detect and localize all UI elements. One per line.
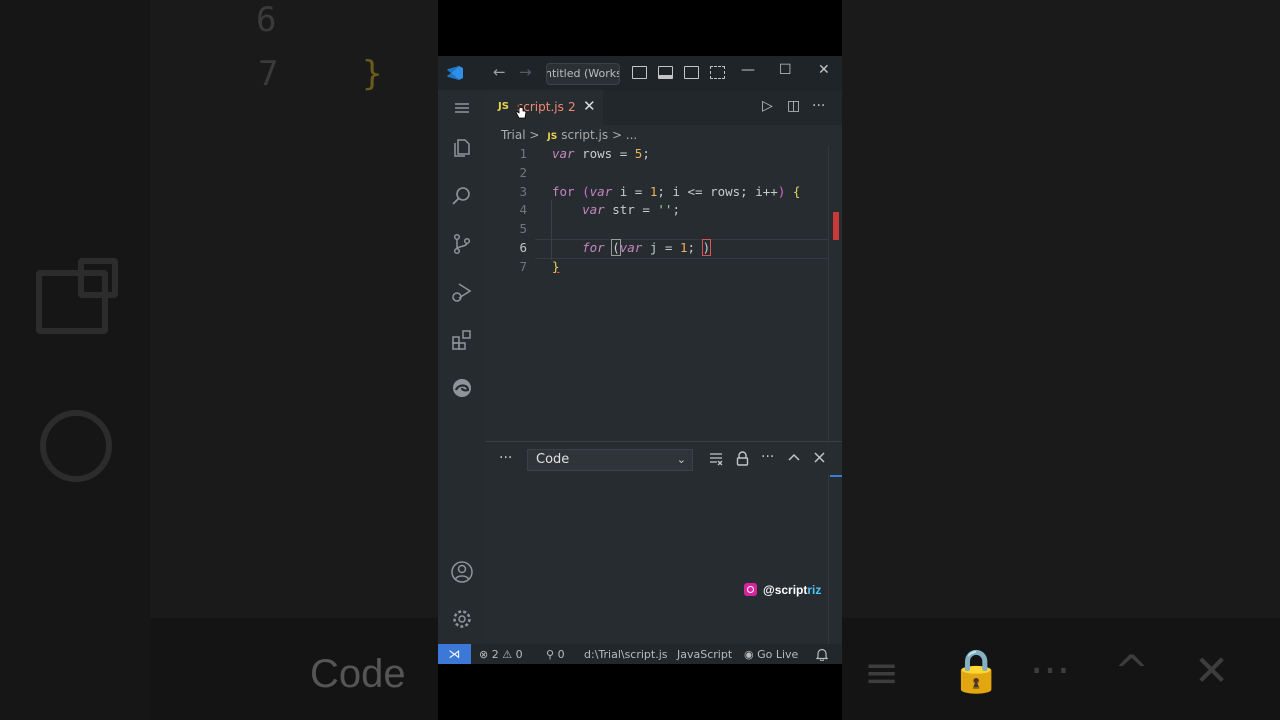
ports-icon: ⚲ bbox=[546, 648, 555, 661]
code-line-7: } bbox=[552, 258, 560, 274]
broadcast-icon: ◉ bbox=[744, 648, 754, 661]
background-code-label: Code bbox=[310, 652, 406, 696]
split-editor-button[interactable]: ◫ bbox=[787, 98, 800, 114]
breadcrumb-file[interactable]: script.js bbox=[561, 128, 608, 142]
tab-close-icon[interactable]: ✕ bbox=[583, 97, 596, 115]
line-number: 2 bbox=[519, 164, 527, 180]
ports-status[interactable]: ⚲ 0 bbox=[546, 648, 565, 661]
background-lock-icon: 🔒 bbox=[950, 646, 1003, 695]
run-and-debug-icon[interactable] bbox=[450, 280, 474, 304]
editor-area: JS script.js 2 ✕ ▷ ◫ ··· Trial > JS script… bbox=[485, 90, 842, 645]
command-center-search[interactable]: ntitled (Works bbox=[546, 63, 620, 85]
background-close-icon: ✕ bbox=[1194, 646, 1230, 695]
background-left: 6 7 } Code bbox=[0, 0, 438, 720]
close-window-button[interactable]: ✕ bbox=[818, 62, 830, 78]
output-channel-value: Code bbox=[536, 452, 570, 467]
forward-button[interactable]: → bbox=[519, 63, 532, 81]
activity-bar bbox=[438, 90, 485, 644]
code-line-6: for (var j = 1; ) bbox=[582, 239, 712, 256]
javascript-file-icon: JS bbox=[498, 101, 509, 112]
code-line-3: for (var i = 1; i <= rows; i++) { bbox=[552, 183, 801, 199]
title-bar: ← → ntitled (Works — ☐ ✕ bbox=[438, 56, 842, 90]
error-icon: ⊗ bbox=[479, 648, 489, 661]
background-chevron-up-icon: ^ bbox=[1114, 646, 1150, 695]
error-overview-marker bbox=[833, 212, 839, 240]
settings-gear-icon[interactable] bbox=[450, 607, 474, 631]
extensions-icon[interactable] bbox=[450, 328, 474, 352]
background-edge-icon bbox=[40, 410, 112, 482]
close-panel-icon[interactable] bbox=[814, 452, 825, 463]
go-live-button[interactable]: ◉ Go Live bbox=[744, 648, 798, 661]
remote-indicator[interactable]: ⋊ bbox=[438, 644, 471, 664]
problems-status[interactable]: ⊗ 2 ⚠ 0 bbox=[479, 648, 523, 661]
mouse-pointer-icon bbox=[515, 104, 527, 119]
file-path-status[interactable]: d:\Trial\script.js bbox=[584, 648, 668, 661]
language-mode-status[interactable]: JavaScript bbox=[677, 648, 732, 661]
menu-icon[interactable] bbox=[450, 96, 474, 120]
chevron-down-icon: ⌄ bbox=[676, 453, 686, 466]
code-line-1: var rows = 5; bbox=[552, 146, 650, 161]
line-number: 5 bbox=[519, 221, 527, 237]
explorer-icon[interactable] bbox=[450, 136, 474, 160]
breadcrumb-separator: > bbox=[529, 128, 540, 142]
background-extensions-icon bbox=[78, 258, 118, 298]
maximize-button[interactable]: ☐ bbox=[779, 62, 792, 78]
background-line-number: 7 bbox=[258, 54, 279, 94]
vscode-window: ← → ntitled (Works — ☐ ✕ JS script.js 2 … bbox=[438, 56, 842, 664]
background-right: ≡ 🔒 ··· ^ ✕ bbox=[842, 0, 1280, 720]
more-actions-button[interactable]: ··· bbox=[812, 98, 825, 114]
run-code-button[interactable]: ▷ bbox=[762, 98, 773, 114]
status-bar: ⋊ ⊗ 2 ⚠ 0 ⚲ 0 d:\Trial\script.js JavaScr… bbox=[438, 644, 842, 664]
toggle-primary-sidebar-icon[interactable] bbox=[632, 66, 647, 79]
line-number: 1 bbox=[519, 146, 527, 161]
line-number: 3 bbox=[519, 183, 527, 199]
background-more-icon: ··· bbox=[1030, 646, 1071, 695]
line-number: 7 bbox=[519, 258, 527, 274]
output-panel: ··· Code ⌄ ··· bbox=[485, 441, 842, 645]
javascript-file-icon: JS bbox=[547, 132, 558, 142]
accounts-icon[interactable] bbox=[450, 560, 474, 584]
code-line-4: var str = ''; bbox=[582, 202, 680, 218]
toggle-secondary-sidebar-icon[interactable] bbox=[684, 66, 699, 79]
background-clear-icon: ≡ bbox=[864, 648, 900, 697]
breadcrumb-symbols[interactable]: > ... bbox=[612, 128, 637, 142]
notifications-bell-icon[interactable] bbox=[816, 648, 828, 661]
line-number: 4 bbox=[519, 202, 527, 218]
breadcrumb: Trial > JS script.js > ... bbox=[501, 128, 637, 142]
search-icon[interactable] bbox=[450, 184, 474, 208]
tab-problem-count: 2 bbox=[568, 100, 576, 114]
source-control-icon[interactable] bbox=[450, 232, 474, 256]
edge-devtools-icon[interactable] bbox=[450, 376, 474, 400]
breadcrumb-folder[interactable]: Trial bbox=[501, 128, 526, 142]
output-channel-select[interactable]: Code ⌄ bbox=[527, 449, 693, 471]
panel-scrollbar[interactable] bbox=[828, 475, 842, 645]
panel-more-button[interactable]: ··· bbox=[499, 450, 512, 466]
background-brace: } bbox=[362, 54, 383, 94]
background-activity-strip bbox=[0, 0, 150, 720]
warning-icon: ⚠ bbox=[502, 648, 513, 661]
background-line-number: 6 bbox=[256, 0, 277, 40]
line-number-current: 6 bbox=[519, 240, 527, 255]
maximize-panel-chevron-up-icon[interactable] bbox=[788, 453, 800, 461]
lock-scroll-icon[interactable] bbox=[736, 451, 749, 466]
toggle-panel-icon[interactable] bbox=[658, 66, 673, 79]
panel-views-more-icon[interactable]: ··· bbox=[761, 449, 774, 465]
watermark: @scriptriz bbox=[744, 583, 821, 597]
tab-script-js[interactable]: JS script.js 2 ✕ bbox=[485, 90, 603, 125]
clear-output-icon[interactable] bbox=[709, 452, 724, 466]
minimize-button[interactable]: — bbox=[741, 62, 755, 78]
instagram-icon bbox=[744, 583, 757, 596]
vscode-logo-icon bbox=[447, 66, 463, 80]
editor-tabs: JS script.js 2 ✕ ▷ ◫ ··· bbox=[485, 90, 842, 125]
back-button[interactable]: ← bbox=[493, 63, 506, 81]
customize-layout-icon[interactable] bbox=[710, 66, 725, 79]
